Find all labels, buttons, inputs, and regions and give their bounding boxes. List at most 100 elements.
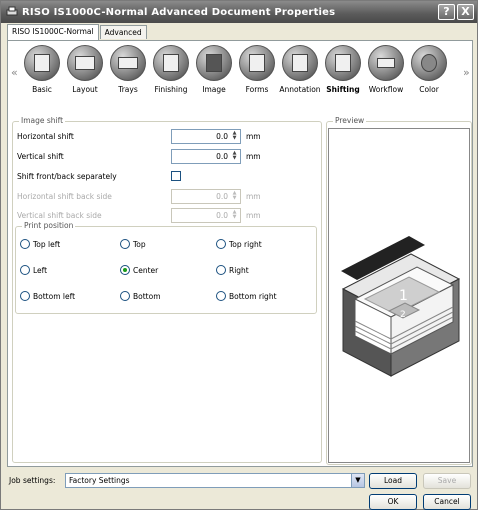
save-button[interactable]: Save: [423, 473, 471, 489]
toolbar-finishing[interactable]: Finishing: [149, 45, 193, 94]
vertical-shift-input[interactable]: 0.0 ▲ ▼: [171, 149, 241, 164]
unit-label: mm: [246, 152, 261, 161]
title-bar[interactable]: RISO IS1000C-Normal Advanced Document Pr…: [1, 1, 477, 23]
print-position-title: Print position: [22, 221, 76, 230]
toolbar-label: Trays: [118, 85, 138, 94]
preview-area: 1 2: [328, 128, 470, 463]
scroll-left-icon[interactable]: «: [11, 66, 18, 79]
vertical-back-label: Vertical shift back side: [17, 211, 102, 220]
radio-center[interactable]: Center: [120, 265, 158, 275]
toolbar-label: Forms: [245, 85, 269, 94]
spin-arrows-icon[interactable]: ▲ ▼: [230, 131, 239, 142]
forms-icon: [239, 45, 275, 81]
toolbar-layout[interactable]: Layout: [63, 45, 107, 94]
cancel-button[interactable]: Cancel: [423, 494, 471, 510]
scroll-right-icon[interactable]: »: [463, 66, 470, 79]
color-icon: [411, 45, 447, 81]
preview-title: Preview: [333, 116, 367, 125]
radio-label: Bottom right: [229, 291, 277, 301]
layout-icon: [67, 45, 103, 81]
job-settings-bar: Job settings: Factory Settings ▼ Load Sa…: [7, 470, 473, 490]
printer-icon: [6, 6, 18, 16]
unit-label: mm: [246, 192, 261, 201]
toolbar-annotation[interactable]: Annotation: [278, 45, 322, 94]
shift-separately-label: Shift front/back separately: [17, 172, 117, 181]
radio-label: Top: [133, 239, 146, 249]
radio-icon: [216, 291, 226, 301]
horizontal-shift-input[interactable]: 0.0 ▲ ▼: [171, 129, 241, 144]
radio-label: Bottom left: [33, 291, 76, 301]
vertical-shift-value: 0.0: [216, 152, 228, 161]
preview-page-front: 1: [399, 288, 408, 304]
job-settings-label: Job settings:: [9, 476, 56, 485]
trays-icon: [110, 45, 146, 81]
workflow-icon: [368, 45, 404, 81]
toolbar-basic[interactable]: Basic: [20, 45, 64, 94]
radio-label: Top left: [33, 239, 61, 249]
horizontal-back-input[interactable]: 0.0 ▲ ▼: [171, 189, 241, 204]
spin-arrows-icon[interactable]: ▲ ▼: [230, 210, 239, 221]
toolbar-trays[interactable]: Trays: [106, 45, 150, 94]
radio-label: Center: [133, 265, 159, 275]
vertical-shift-label: Vertical shift: [17, 152, 64, 161]
help-button[interactable]: ?: [438, 4, 455, 20]
toolbar-image[interactable]: Image: [192, 45, 236, 94]
radio-label: Bottom: [133, 291, 161, 301]
horizontal-back-value: 0.0: [216, 192, 228, 201]
toolbar-workflow[interactable]: Workflow: [364, 45, 408, 94]
job-settings-select[interactable]: Factory Settings ▼: [65, 473, 365, 488]
vertical-back-input[interactable]: 0.0 ▲ ▼: [171, 208, 241, 223]
toolbar-shifting[interactable]: Shifting: [321, 45, 365, 94]
radio-bottom[interactable]: Bottom: [120, 291, 161, 301]
radio-icon: [216, 239, 226, 249]
tab-advanced[interactable]: Advanced: [99, 25, 147, 39]
radio-bottom-right[interactable]: Bottom right: [216, 291, 277, 301]
vertical-back-value: 0.0: [216, 211, 228, 220]
spin-arrows-icon[interactable]: ▲ ▼: [230, 151, 239, 162]
job-settings-value: Factory Settings: [69, 476, 130, 485]
radio-top-left[interactable]: Top left: [20, 239, 60, 249]
radio-left[interactable]: Left: [20, 265, 47, 275]
annotation-icon: [282, 45, 318, 81]
radio-top[interactable]: Top: [120, 239, 146, 249]
radio-bottom-left[interactable]: Bottom left: [20, 291, 75, 301]
tab-normal[interactable]: RISO IS1000C-Normal: [7, 24, 99, 40]
window-title: RISO IS1000C-Normal Advanced Document Pr…: [22, 6, 336, 18]
horizontal-shift-label: Horizontal shift: [17, 132, 74, 141]
radio-label: Top right: [229, 239, 262, 249]
radio-icon: [120, 239, 130, 249]
toolbar-label: Annotation: [279, 85, 321, 94]
toolbar-color[interactable]: Color: [407, 45, 451, 94]
radio-right[interactable]: Right: [216, 265, 249, 275]
toolbar-label: Shifting: [326, 85, 360, 94]
ok-button[interactable]: OK: [369, 494, 417, 510]
unit-label: mm: [246, 211, 261, 220]
image-icon: [196, 45, 232, 81]
print-position-group: Print position Top left Top Top right Le…: [15, 221, 317, 314]
unit-label: mm: [246, 132, 261, 141]
spin-arrows-icon[interactable]: ▲ ▼: [230, 191, 239, 202]
close-button[interactable]: X: [457, 4, 474, 20]
shift-separately-checkbox[interactable]: [171, 171, 181, 181]
radio-icon: [20, 291, 30, 301]
horizontal-back-label: Horizontal shift back side: [17, 192, 112, 201]
feature-toolbar: « » Basic Layout Trays Finishing Image F…: [8, 41, 472, 111]
radio-selected-icon: [120, 265, 130, 275]
shifting-icon: [325, 45, 361, 81]
document-icon: [24, 45, 60, 81]
radio-icon: [216, 265, 226, 275]
preview-page-back: 2: [400, 310, 406, 320]
toolbar-forms[interactable]: Forms: [235, 45, 279, 94]
radio-label: Right: [229, 265, 249, 275]
toolbar-label: Basic: [32, 85, 52, 94]
radio-icon: [20, 265, 30, 275]
toolbar-label: Finishing: [154, 85, 188, 94]
dropdown-arrow-icon[interactable]: ▼: [351, 474, 364, 487]
toolbar-label: Color: [419, 85, 439, 94]
document-properties-window: RISO IS1000C-Normal Advanced Document Pr…: [0, 0, 478, 510]
load-button[interactable]: Load: [369, 473, 417, 489]
tab-strip: RISO IS1000C-Normal Advanced: [7, 24, 148, 40]
paper-stack-icon: 1 2: [341, 236, 461, 377]
radio-top-right[interactable]: Top right: [216, 239, 262, 249]
radio-icon: [120, 291, 130, 301]
